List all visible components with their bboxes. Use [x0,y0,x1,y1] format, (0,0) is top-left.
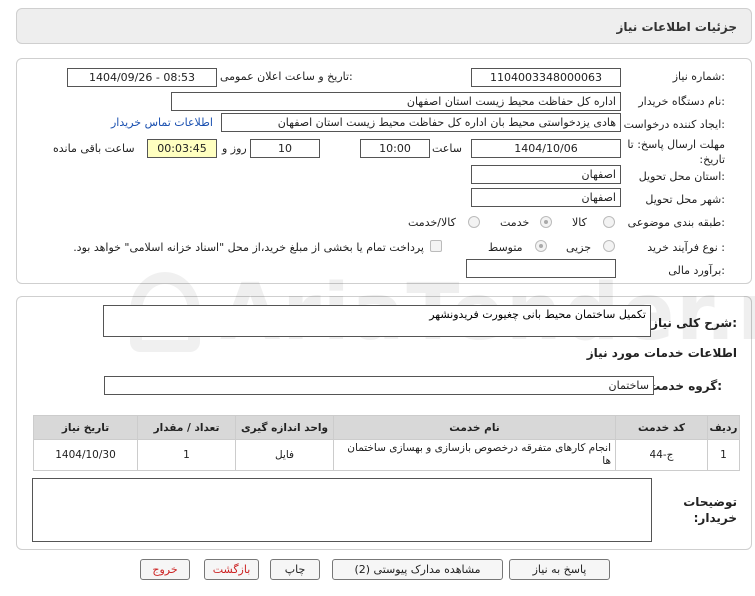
announce-datetime-field[interactable]: 1404/09/26 - 08:53 [67,68,217,87]
treasury-checkbox[interactable] [430,240,442,252]
table-row[interactable]: 1 ج-44 انجام کارهای متفرقه درخصوص بازساز… [33,439,740,471]
deadline-label: مهلت ارسال پاسخ: تا تاریخ: [627,138,725,166]
col-service-name: نام خدمت [333,415,616,440]
category-option-service: خدمت [500,216,530,229]
print-button[interactable]: چاپ [270,559,320,580]
col-quantity: تعداد / مقدار [137,415,236,440]
col-row-number: ردیف [707,415,740,440]
cell-service-code: ج-44 [615,439,708,471]
deadline-time-label: ساعت [432,142,462,155]
creator-field[interactable]: هادی یزدخواستی محیط بان اداره کل حفاظت م… [221,113,621,132]
cell-quantity: 1 [137,439,236,471]
process-radio-minor[interactable] [603,240,615,252]
city-label: شهر محل تحویل: [645,193,725,206]
buyer-org-label: نام دستگاه خریدار: [638,95,725,108]
col-service-code: کد خدمت [615,415,708,440]
creator-label: ایجاد کننده درخواست: [623,118,725,131]
treasury-payment-note: پرداخت تمام یا بخشی از مبلغ خرید،از محل … [73,241,424,254]
table-header-row: ردیف کد خدمت نام خدمت واحد اندازه گیری ت… [33,415,740,440]
need-number-field[interactable]: 1104003348000063 [471,68,621,87]
cell-service-name: انجام کارهای متفرقه درخصوص بازسازی و بهس… [333,439,616,471]
page-header: جزئیات اطلاعات نیاز [16,8,752,44]
category-label: طبقه بندی موضوعی: [627,216,725,229]
back-button[interactable]: بازگشت [204,559,259,580]
province-field[interactable]: اصفهان [471,165,621,184]
province-label: استان محل تحویل: [638,170,725,183]
deadline-time-field[interactable]: 10:00 [360,139,430,158]
col-need-date: تاریخ نیاز [33,415,138,440]
category-option-goods: کالا [572,216,587,229]
process-radio-medium[interactable] [535,240,547,252]
buyer-contact-link[interactable]: اطلاعات تماس خریدار [111,116,213,129]
category-radio-service[interactable] [540,216,552,228]
category-radio-goods-service[interactable] [468,216,480,228]
deadline-date-field[interactable]: 1404/10/06 [471,139,621,158]
description-textarea[interactable]: تکمیل ساختمان محیط بانی چغیورت فریدونشهر [103,305,651,337]
cell-need-date: 1404/10/30 [33,439,138,471]
buyer-notes-textarea[interactable] [32,478,652,542]
buyer-notes-label: توضیحات خریدار: [683,495,737,525]
process-option-minor: جزیی [566,241,592,254]
view-attachments-button[interactable]: مشاهده مدارک پیوستی (2) [332,559,503,580]
announce-label: تاریخ و ساعت اعلان عمومی: [220,70,353,83]
description-label: شرح کلی نیاز: [651,316,737,330]
page-title: جزئیات اطلاعات نیاز [616,20,737,34]
exit-button[interactable]: خروج [140,559,190,580]
process-option-medium: متوسط [488,241,523,254]
days-label: روز و [222,142,247,155]
category-option-goods-service: کالا/خدمت [408,216,456,229]
cell-row-number: 1 [707,439,740,471]
cell-unit: فایل [235,439,334,471]
remaining-time-label: ساعت باقی مانده [53,142,135,155]
col-unit: واحد اندازه گیری [235,415,334,440]
process-label: نوع فرآیند خرید : [647,241,725,254]
service-group-label: گروه خدمت: [648,379,722,393]
category-radio-goods[interactable] [603,216,615,228]
buyer-org-field[interactable]: اداره کل حفاظت محیط زیست استان اصفهان [171,92,621,111]
days-field[interactable]: 10 [250,139,320,158]
services-table: ردیف کد خدمت نام خدمت واحد اندازه گیری ت… [33,415,740,471]
services-section-title: اطلاعات خدمات مورد نیاز [586,346,737,360]
city-field[interactable]: اصفهان [471,188,621,207]
service-group-field[interactable]: ساختمان [104,376,654,395]
remaining-time-field: 00:03:45 [147,139,217,158]
reply-button[interactable]: پاسخ به نیاز [509,559,610,580]
need-number-label: شماره نیاز: [672,70,725,83]
